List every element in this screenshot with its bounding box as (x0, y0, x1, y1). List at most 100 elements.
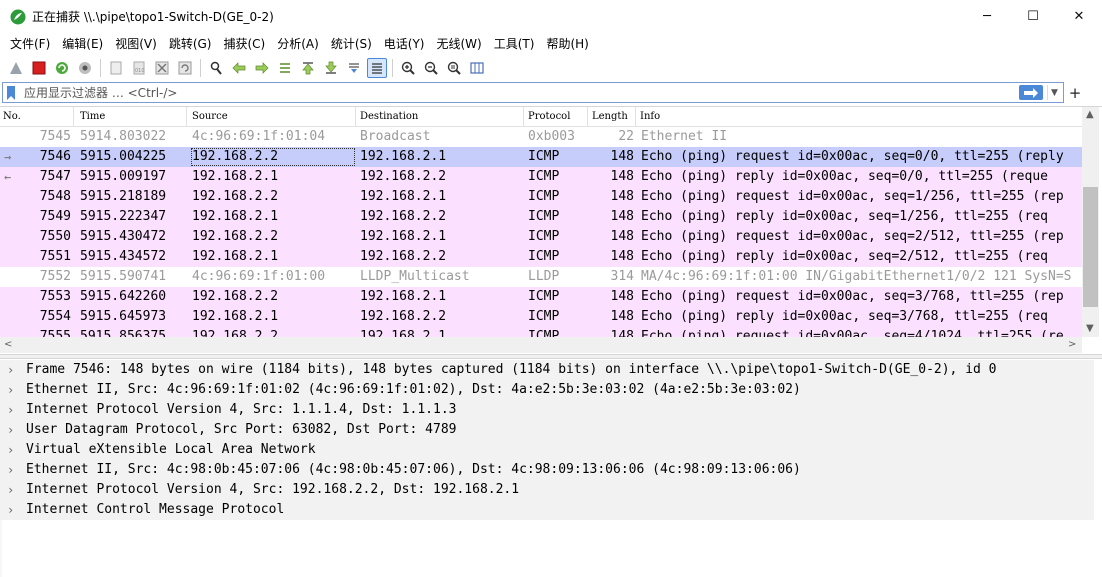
zoom-out-icon[interactable] (421, 58, 441, 78)
menu-help[interactable]: 帮助(H) (540, 33, 594, 55)
resize-columns-icon[interactable] (467, 58, 487, 78)
maximize-button[interactable]: ☐ (1010, 0, 1056, 33)
expand-chevron-icon[interactable]: › (7, 460, 19, 480)
menu-telephony[interactable]: 电话(Y) (378, 33, 431, 55)
packet-length: 148 (610, 309, 634, 324)
detail-tree-item[interactable]: › Ethernet II, Src: 4c:96:69:1f:01:02 (4c… (0, 380, 1094, 400)
minimize-button[interactable]: ─ (964, 0, 1010, 33)
packet-row[interactable]: 7549 5915.222347 192.168.2.1 192.168.2.2 ICM… (0, 207, 1082, 227)
detail-tree-item[interactable]: › Ethernet II, Src: 4c:98:0b:45:07:06 (4c… (0, 460, 1094, 480)
menu-statistics[interactable]: 统计(S) (325, 33, 378, 55)
expand-chevron-icon[interactable]: › (7, 420, 19, 440)
packet-time: 5915.430472 (80, 229, 167, 244)
zoom-in-icon[interactable] (398, 58, 418, 78)
detail-tree-item[interactable]: › Internet Protocol Version 4, Src: 192.1… (0, 480, 1094, 500)
scroll-right-icon[interactable]: > (1068, 339, 1076, 350)
expand-chevron-icon[interactable]: › (7, 440, 19, 460)
go-forward-icon[interactable] (252, 58, 272, 78)
reload-file-icon[interactable] (175, 58, 195, 78)
detail-tree-item[interactable]: › User Datagram Protocol, Src Port: 63082… (0, 420, 1094, 440)
save-file-icon[interactable]: 010 (129, 58, 149, 78)
menu-wireless[interactable]: 无线(W) (431, 33, 488, 55)
close-file-icon[interactable] (152, 58, 172, 78)
packet-length: 148 (610, 249, 634, 264)
go-back-icon[interactable] (229, 58, 249, 78)
packet-row[interactable]: → 7546 5915.004225 192.168.2.2 192.168.2.1 IC… (0, 147, 1082, 167)
scrollbar-thumb[interactable] (1083, 187, 1098, 307)
packet-row[interactable]: 7551 5915.434572 192.168.2.1 192.168.2.2 ICM… (0, 247, 1082, 267)
column-header-protocol[interactable]: Protocol (525, 107, 588, 127)
toolbar-separator (392, 59, 393, 77)
add-filter-button[interactable]: + (1068, 83, 1082, 103)
packet-row[interactable]: 7554 5915.645973 192.168.2.1 192.168.2.2 ICM… (0, 307, 1082, 327)
packet-row[interactable]: ← 7547 5915.009197 192.168.2.1 192.168.2.2 IC… (0, 167, 1082, 187)
packet-row[interactable]: 7548 5915.218189 192.168.2.2 192.168.2.1 ICM… (0, 187, 1082, 207)
zoom-normal-icon[interactable] (444, 58, 464, 78)
column-header-no[interactable]: No. (0, 107, 74, 127)
colorize-icon[interactable] (367, 58, 387, 78)
expand-chevron-icon[interactable]: › (7, 480, 19, 500)
bookmark-icon[interactable] (6, 84, 18, 101)
start-capture-icon[interactable] (6, 58, 26, 78)
expand-chevron-icon[interactable]: › (7, 380, 19, 400)
column-header-info[interactable]: Info (637, 107, 1082, 127)
detail-tree-item[interactable]: › Virtual eXtensible Local Area Network (0, 440, 1094, 460)
column-header-time[interactable]: Time (77, 107, 187, 127)
packet-destination: 192.168.2.2 (360, 209, 447, 224)
scroll-up-icon[interactable]: ▲ (1086, 109, 1094, 120)
packet-time: 5915.218189 (80, 189, 167, 204)
packet-source: 4c:96:69:1f:01:04 (192, 129, 326, 144)
display-filter-bar: 应用显示过滤器 … <Ctrl-/> ▼ (2, 82, 1064, 103)
menu-tools[interactable]: 工具(T) (488, 33, 541, 55)
restart-capture-icon[interactable] (52, 58, 72, 78)
packet-info: Echo (ping) request id=0x00ac, seq=1/256… (641, 189, 1064, 204)
detail-text: Ethernet II, Src: 4c:96:69:1f:01:02 (4c:… (26, 382, 801, 397)
scroll-down-icon[interactable]: ▼ (1086, 323, 1094, 334)
stop-capture-icon[interactable] (29, 58, 49, 78)
menu-go[interactable]: 跳转(G) (163, 33, 218, 55)
pane-splitter[interactable] (0, 354, 1102, 359)
packet-row[interactable]: 7550 5915.430472 192.168.2.2 192.168.2.1 ICM… (0, 227, 1082, 247)
go-last-icon[interactable] (321, 58, 341, 78)
packet-row[interactable]: 7552 5915.590741 4c:96:69:1f:01:00 LLDP_Mul… (0, 267, 1082, 287)
packet-row[interactable]: 7553 5915.642260 192.168.2.2 192.168.2.1 ICM… (0, 287, 1082, 307)
expand-chevron-icon[interactable]: › (7, 400, 19, 420)
packet-list-vertical-scrollbar[interactable]: ▲ ▼ (1082, 107, 1099, 337)
packet-destination: 192.168.2.2 (360, 249, 447, 264)
column-header-length[interactable]: Length (589, 107, 636, 127)
menu-file[interactable]: 文件(F) (4, 33, 56, 55)
go-first-icon[interactable] (298, 58, 318, 78)
detail-tree-item[interactable]: › Internet Protocol Version 4, Src: 1.1.1… (0, 400, 1094, 420)
detail-text: Virtual eXtensible Local Area Network (26, 442, 316, 457)
packet-destination: 192.168.2.1 (360, 149, 447, 164)
menu-analyze[interactable]: 分析(A) (271, 33, 325, 55)
expand-chevron-icon[interactable]: › (7, 500, 19, 520)
window-title: 正在捕获 \\.\pipe\topo1-Switch-D(GE_0-2) (32, 10, 274, 24)
svg-text:010: 010 (135, 68, 145, 74)
packet-number: 7546 (39, 149, 71, 164)
go-to-packet-icon[interactable] (275, 58, 295, 78)
expand-chevron-icon[interactable]: › (7, 360, 19, 380)
filter-history-dropdown-icon[interactable]: ▼ (1047, 85, 1061, 100)
find-packet-icon[interactable] (206, 58, 226, 78)
open-file-icon[interactable] (106, 58, 126, 78)
menu-capture[interactable]: 捕获(C) (217, 33, 271, 55)
detail-tree-item[interactable]: › Internet Control Message Protocol (0, 500, 1094, 520)
scroll-left-icon[interactable]: < (4, 339, 12, 350)
menu-edit[interactable]: 编辑(E) (56, 33, 109, 55)
display-filter-input[interactable]: 应用显示过滤器 … <Ctrl-/> (24, 84, 1019, 101)
packet-time: 5915.645973 (80, 309, 167, 324)
packet-list-horizontal-scrollbar[interactable]: < > (0, 337, 1082, 353)
column-header-destination[interactable]: Destination (357, 107, 524, 127)
close-button[interactable]: ✕ (1056, 0, 1102, 33)
menu-view[interactable]: 视图(V) (109, 33, 163, 55)
auto-scroll-icon[interactable] (344, 58, 364, 78)
detail-text: Ethernet II, Src: 4c:98:0b:45:07:06 (4c:… (26, 462, 801, 477)
detail-tree-item[interactable]: › Frame 7546: 148 bytes on wire (1184 bit… (0, 360, 1094, 380)
column-header-source[interactable]: Source (189, 107, 356, 127)
packet-row[interactable]: 7545 5914.803022 4c:96:69:1f:01:04 Broadcas… (0, 127, 1082, 147)
apply-filter-arrow-icon[interactable] (1019, 85, 1043, 100)
capture-options-icon[interactable] (75, 58, 95, 78)
packet-source: 192.168.2.2 (190, 147, 356, 167)
detail-text: User Datagram Protocol, Src Port: 63082,… (26, 422, 457, 437)
